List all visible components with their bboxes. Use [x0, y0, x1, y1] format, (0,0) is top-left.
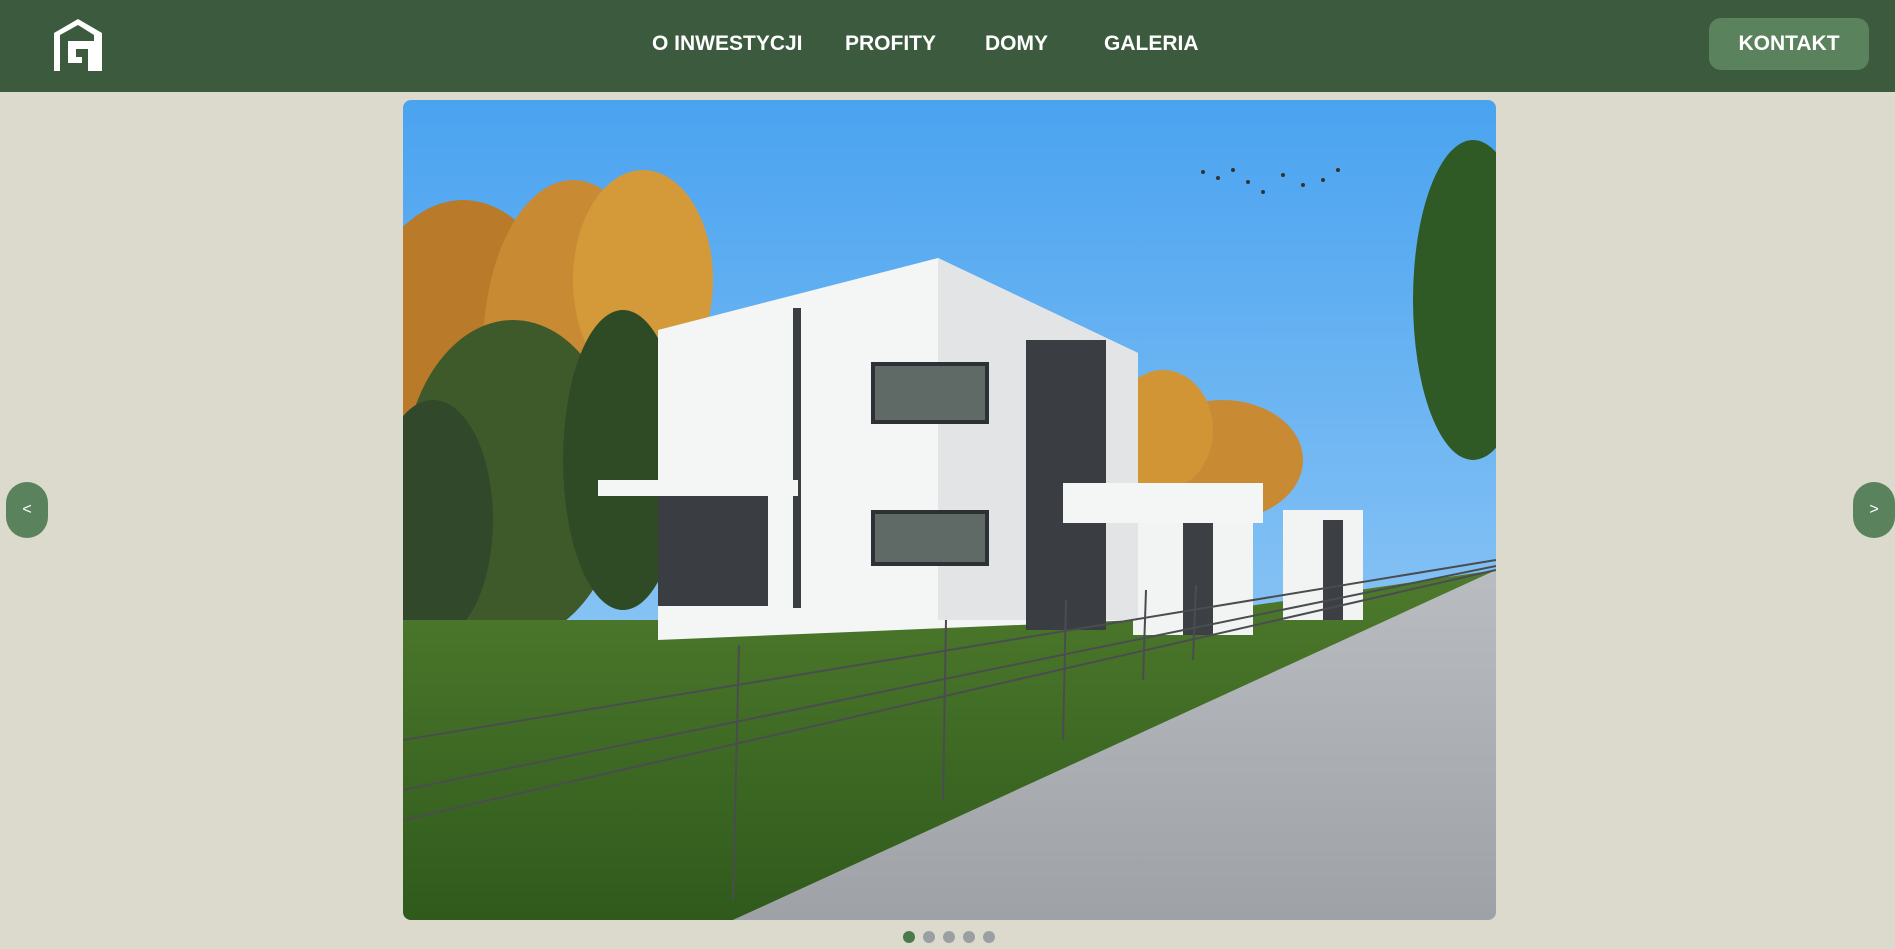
top-navbar: O INWESTYCJI PROFITY DOMY GALERIA KONTAK… [0, 0, 1895, 92]
nav-item-galeria[interactable]: GALERIA [1104, 32, 1199, 56]
slider-next-button[interactable]: > [1853, 482, 1895, 538]
slider-pagination [903, 931, 995, 943]
gallery-slide-image [403, 100, 1496, 920]
slider-dot-2[interactable] [923, 931, 935, 943]
nav-item-profity[interactable]: PROFITY [845, 32, 936, 56]
nav-item-o-inwestycji[interactable]: O INWESTYCJI [652, 32, 803, 56]
slider-dot-3[interactable] [943, 931, 955, 943]
contact-button[interactable]: KONTAKT [1709, 18, 1869, 70]
slider-dot-5[interactable] [983, 931, 995, 943]
slider-dot-4[interactable] [963, 931, 975, 943]
main-navigation: O INWESTYCJI PROFITY DOMY GALERIA [0, 0, 1895, 92]
slider-prev-button[interactable]: < [6, 482, 48, 538]
nav-item-domy[interactable]: DOMY [985, 32, 1048, 56]
slider-dot-1[interactable] [903, 931, 915, 943]
